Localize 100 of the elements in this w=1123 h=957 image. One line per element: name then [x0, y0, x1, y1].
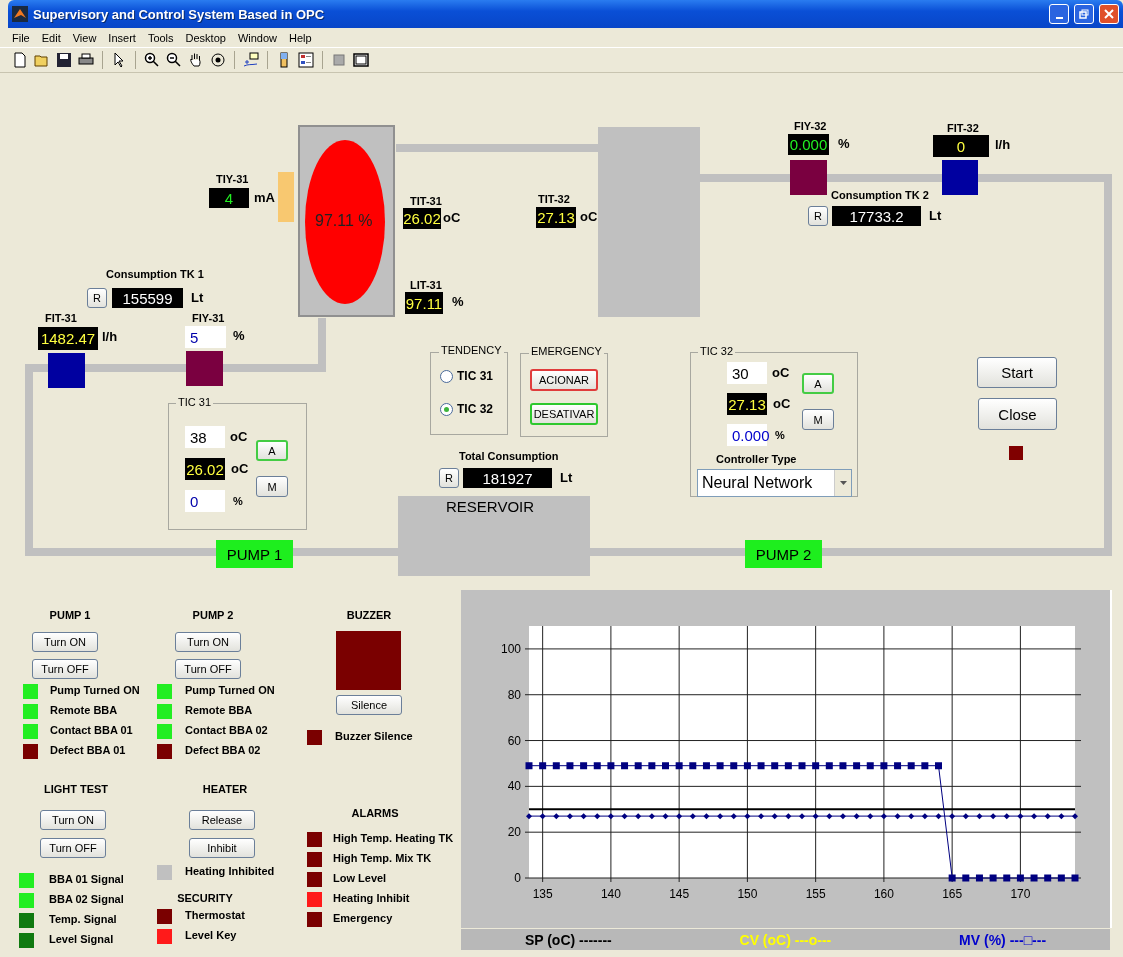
- value-display: 26.02: [403, 208, 441, 229]
- menu-item[interactable]: Tools: [147, 32, 174, 44]
- manual-button[interactable]: M: [256, 476, 288, 497]
- data-point: [880, 762, 888, 770]
- emergency-button[interactable]: ACIONAR: [530, 369, 598, 391]
- restore-button[interactable]: [1074, 4, 1094, 24]
- tick-label: 40: [507, 779, 521, 794]
- consumption-title: Consumption TK 2: [831, 189, 929, 201]
- data-point: [853, 813, 860, 820]
- lamp-label: Remote BBA: [50, 704, 118, 716]
- data-point: [621, 813, 628, 820]
- legend-entry: SP (oC) -------: [524, 931, 612, 948]
- panel-button[interactable]: Turn ON: [40, 810, 106, 830]
- group-title: EMERGENCY: [529, 345, 604, 357]
- close-button[interactable]: [1099, 4, 1119, 24]
- radio-option[interactable]: TIC 32: [440, 402, 493, 416]
- group-title: TIC 32: [698, 345, 735, 357]
- menu-item[interactable]: Edit: [41, 32, 61, 44]
- data-point: [702, 762, 710, 770]
- menu-item[interactable]: Window: [237, 32, 278, 44]
- restore-icon: [1079, 9, 1089, 19]
- menu-item[interactable]: View: [72, 32, 97, 44]
- lamp-label: Pump Turned ON: [50, 684, 140, 696]
- unit-label: oC: [443, 210, 461, 225]
- manual-button[interactable]: M: [802, 409, 834, 430]
- save-icon[interactable]: [56, 52, 72, 68]
- hand-icon[interactable]: [188, 52, 204, 68]
- output-field[interactable]: 0.000: [727, 424, 767, 446]
- print-icon[interactable]: [78, 52, 94, 68]
- group-title: TENDENCY: [439, 344, 504, 356]
- panel-button[interactable]: Turn ON: [32, 632, 98, 652]
- window-icon[interactable]: [353, 52, 369, 68]
- data-point: [839, 762, 847, 770]
- tick-label: 170: [1010, 887, 1031, 901]
- controller-type-dropdown[interactable]: Neural Network: [697, 469, 852, 497]
- data-point: [566, 813, 573, 820]
- zoom-out-icon[interactable]: [166, 52, 182, 68]
- menu-item[interactable]: File: [12, 32, 30, 44]
- tick-label: 145: [669, 887, 690, 901]
- zoom-in-icon[interactable]: [144, 52, 160, 68]
- heater-element: [278, 172, 294, 222]
- panel-button[interactable]: Turn OFF: [175, 659, 241, 679]
- value-field[interactable]: 5: [185, 326, 226, 348]
- silence-button[interactable]: Silence: [336, 695, 402, 715]
- data-point: [1058, 813, 1065, 820]
- start-button[interactable]: Start: [977, 357, 1057, 388]
- panel-button[interactable]: Inhibit: [189, 838, 255, 858]
- value-display: 26.02: [185, 458, 225, 480]
- unit-label: Lt: [560, 470, 573, 485]
- value-display: 1482.47: [38, 327, 98, 350]
- panel-button[interactable]: Turn ON: [175, 632, 241, 652]
- consumption-title: Total Consumption: [459, 450, 559, 462]
- panel-title: SECURITY: [177, 892, 233, 904]
- tag-label: FIT-31: [45, 312, 77, 324]
- output-field[interactable]: 0: [185, 490, 225, 512]
- new-file-icon[interactable]: [12, 52, 28, 68]
- tag-label: TIT-32: [538, 193, 570, 205]
- panel-title: ALARMS: [351, 807, 399, 819]
- unit-label: mA: [254, 190, 275, 205]
- data-point: [730, 813, 737, 820]
- lamp-label: Remote BBA: [185, 704, 253, 716]
- menu-item[interactable]: Insert: [108, 32, 136, 44]
- lamp-label: Contact BBA 02: [185, 724, 268, 736]
- group-title: TIC 31: [176, 396, 213, 408]
- data-point: [1031, 813, 1038, 820]
- close-app-button[interactable]: Close: [978, 398, 1057, 430]
- data-point: [1044, 813, 1051, 820]
- radio-option[interactable]: TIC 31: [440, 369, 493, 383]
- data-point: [812, 813, 819, 820]
- tag-label: TIY-31: [216, 173, 249, 185]
- panel-title: PUMP 1: [49, 609, 91, 621]
- lamp-label: Defect BBA 01: [50, 744, 126, 756]
- tag-label: LIT-31: [410, 279, 442, 291]
- menu-item[interactable]: Help: [289, 32, 312, 44]
- lamp-label: Temp. Signal: [49, 913, 117, 925]
- panel-button[interactable]: Turn OFF: [40, 838, 106, 858]
- unit-label: l/h: [995, 137, 1011, 152]
- reset-button[interactable]: R: [439, 468, 459, 488]
- reset-button[interactable]: R: [808, 206, 828, 226]
- unit-label: %: [233, 328, 245, 343]
- open-folder-icon[interactable]: [34, 52, 50, 68]
- lamp-label: Buzzer Silence: [335, 730, 413, 742]
- setpoint-field[interactable]: 30: [727, 362, 767, 384]
- data-point: [921, 762, 929, 770]
- setpoint-field[interactable]: 38: [185, 426, 225, 448]
- data-point: [894, 762, 902, 770]
- auto-button[interactable]: A: [802, 373, 834, 394]
- legend-icon[interactable]: [298, 52, 314, 68]
- data-point: [744, 813, 751, 820]
- panel-button[interactable]: Release: [189, 810, 255, 830]
- minimize-button[interactable]: [1049, 4, 1069, 24]
- emergency-button[interactable]: DESATIVAR: [530, 403, 598, 425]
- lamp-label: BBA 01 Signal: [49, 873, 124, 885]
- menu-item[interactable]: Desktop: [185, 32, 226, 44]
- square-icon[interactable]: [331, 52, 347, 68]
- unit-label: oC: [231, 461, 249, 476]
- auto-button[interactable]: A: [256, 440, 288, 461]
- data-point: [853, 762, 861, 770]
- panel-button[interactable]: Turn OFF: [32, 659, 98, 679]
- reset-button[interactable]: R: [87, 288, 107, 308]
